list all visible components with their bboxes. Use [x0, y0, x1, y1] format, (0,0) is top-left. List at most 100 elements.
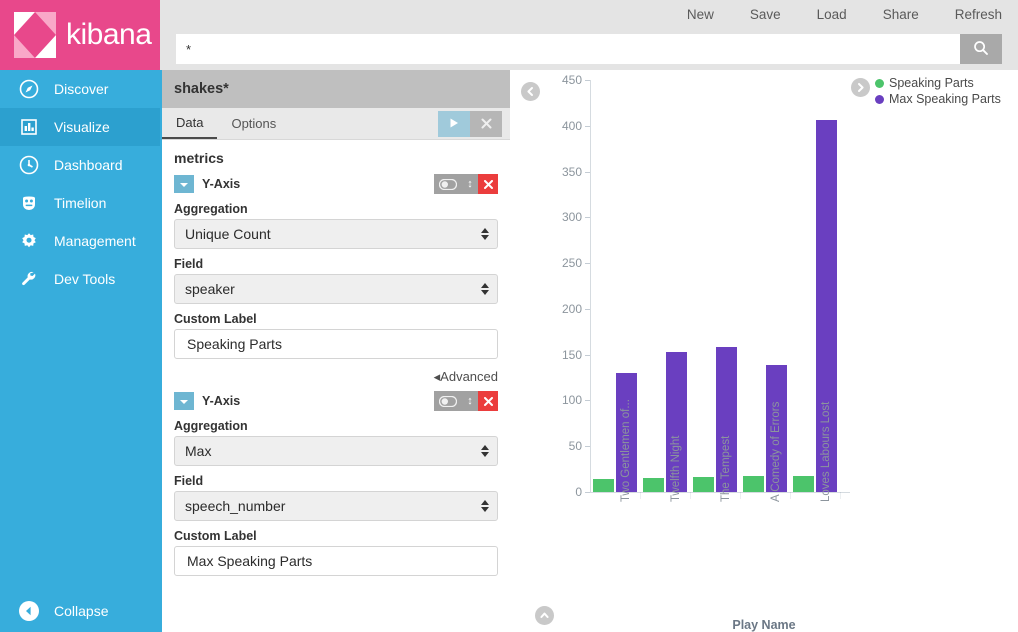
visualization-panel: Speaking Parts Max Speaking Parts 050100… [510, 70, 1018, 632]
y-axis-tick-label: 450 [548, 73, 582, 87]
spinner-icon [481, 283, 489, 295]
y-axis-tick-mark [585, 80, 590, 81]
x-axis-tick-label: Two Gentlemen of... [620, 399, 632, 502]
y-axis-tick-mark [585, 400, 590, 401]
custom-label-label: Custom Label [174, 312, 498, 326]
sidebar-item-label: Management [54, 234, 136, 248]
nav-link-share[interactable]: Share [883, 7, 919, 22]
wrench-icon [18, 268, 40, 290]
x-axis-separator [640, 493, 641, 499]
remove-metric-button[interactable] [478, 391, 498, 411]
field-select-1[interactable]: speech_number [174, 491, 498, 521]
kibana-app: kibana Discover Visualize Dashboard Time [0, 0, 1018, 632]
remove-metric-button[interactable] [478, 174, 498, 194]
bar[interactable] [793, 476, 814, 492]
collapse-metric-button[interactable] [174, 392, 194, 410]
aggregation-label: Aggregation [174, 419, 498, 433]
search-icon [973, 40, 989, 59]
tab-data[interactable]: Data [162, 108, 217, 139]
x-axis-title: Play Name [510, 618, 1018, 632]
sidebar-item-dev-tools[interactable]: Dev Tools [0, 260, 160, 298]
close-icon [481, 116, 492, 132]
y-axis-tick-mark [585, 446, 590, 447]
sidebar-item-dashboard[interactable]: Dashboard [0, 146, 160, 184]
nav-link-save[interactable]: Save [750, 7, 781, 22]
sidebar-collapse-button[interactable]: Collapse [0, 590, 160, 632]
collapse-metric-button[interactable] [174, 175, 194, 193]
nav-link-new[interactable]: New [687, 7, 714, 22]
custom-label-input-0[interactable] [174, 329, 498, 359]
aggregation-select-1[interactable]: Max [174, 436, 498, 466]
bar[interactable] [693, 477, 714, 492]
editor-body: metrics Y-Axis ↕ [162, 140, 510, 586]
y-axis-tick-label: 150 [548, 348, 582, 362]
toggle-metric-icon[interactable] [434, 391, 462, 411]
x-axis-separator [690, 493, 691, 499]
custom-label-label: Custom Label [174, 529, 498, 543]
x-axis-tick-label: The Tempest [720, 436, 732, 502]
field-select-0[interactable]: speaker [174, 274, 498, 304]
editor-actions [438, 111, 502, 137]
sidebar: kibana Discover Visualize Dashboard Time [0, 0, 160, 632]
y-axis-tick-label: 400 [548, 119, 582, 133]
field-label: Field [174, 257, 498, 271]
y-axis-tick-mark [585, 217, 590, 218]
y-axis-tick-label: 0 [548, 485, 582, 499]
x-axis-separator [740, 493, 741, 499]
aggregation-select-0[interactable]: Unique Count [174, 219, 498, 249]
y-axis-tick-label: 250 [548, 256, 582, 270]
search-input[interactable] [176, 34, 960, 64]
nav-link-load[interactable]: Load [817, 7, 847, 22]
kibana-logo[interactable]: kibana [0, 0, 160, 70]
move-metric-icon[interactable]: ↕ [462, 174, 478, 194]
custom-label-input-1[interactable] [174, 546, 498, 576]
sidebar-item-label: Discover [54, 82, 108, 96]
advanced-toggle-0[interactable]: ◂Advanced [434, 369, 498, 384]
sidebar-item-management[interactable]: Management [0, 222, 160, 260]
metric-header-0: Y-Axis ↕ [174, 174, 498, 194]
bar[interactable] [743, 476, 764, 492]
spinner-icon [481, 500, 489, 512]
top-navigation-bar: New Save Load Share Refresh [160, 0, 1018, 28]
tab-options[interactable]: Options [217, 108, 290, 139]
y-axis-tick-label: 300 [548, 210, 582, 224]
bar[interactable] [643, 478, 664, 492]
x-axis-separator [790, 493, 791, 499]
sidebar-item-discover[interactable]: Discover [0, 70, 160, 108]
sidebar-collapse-label: Collapse [54, 604, 108, 618]
sidebar-item-label: Timelion [54, 196, 106, 210]
toggle-metric-icon[interactable] [434, 174, 462, 194]
timelion-icon [18, 192, 40, 214]
search-button[interactable] [960, 34, 1002, 64]
apply-changes-button[interactable] [438, 111, 470, 137]
y-axis-tick-label: 100 [548, 393, 582, 407]
y-axis-line [590, 80, 591, 492]
sidebar-item-visualize[interactable]: Visualize [0, 108, 160, 146]
chevron-left-circle-icon [18, 600, 40, 622]
nav-link-refresh[interactable]: Refresh [955, 7, 1002, 22]
bar-chart-icon [18, 116, 40, 138]
editor-tabs: Data Options [162, 108, 510, 140]
spinner-icon [481, 228, 489, 240]
sidebar-item-timelion[interactable]: Timelion [0, 184, 160, 222]
field-value: speaker [185, 281, 235, 297]
y-axis-tick-label: 50 [548, 439, 582, 453]
kibana-logo-icon [14, 12, 56, 58]
metrics-section-title: metrics [174, 150, 498, 166]
sidebar-item-label: Dev Tools [54, 272, 115, 286]
x-axis-separator [840, 493, 841, 499]
x-axis-tick-label: A Comedy of Errors [770, 402, 782, 502]
y-axis-tick-mark [585, 126, 590, 127]
metric-controls: ↕ [434, 391, 498, 411]
field-label: Field [174, 474, 498, 488]
chevron-down-icon [179, 394, 189, 409]
y-axis-tick-mark [585, 355, 590, 356]
y-axis-tick-mark [585, 172, 590, 173]
sidebar-item-label: Visualize [54, 120, 110, 134]
move-metric-icon[interactable]: ↕ [462, 391, 478, 411]
y-axis-tick-mark [585, 309, 590, 310]
bar[interactable] [593, 479, 614, 492]
sidebar-item-label: Dashboard [54, 158, 123, 172]
chevron-down-icon [179, 177, 189, 192]
discard-changes-button[interactable] [470, 111, 502, 137]
